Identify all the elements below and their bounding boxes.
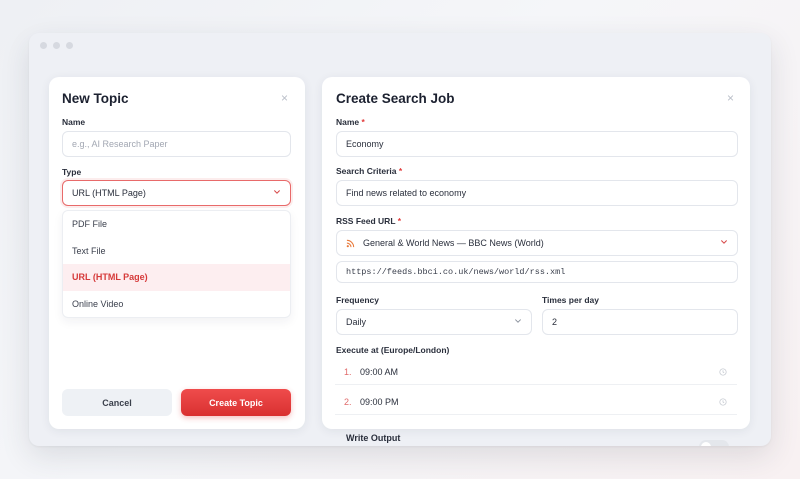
times-per-day-label: Times per day [542, 295, 600, 305]
app-window: New Topic × Name e.g., AI Research Paper… [29, 33, 771, 446]
clock-icon[interactable] [719, 368, 727, 376]
required-marker: * [398, 166, 403, 176]
type-dropdown-menu: PDF File Text File URL (HTML Page) Onlin… [62, 210, 291, 318]
write-output-label: Write Output [346, 433, 401, 443]
rss-feed-select[interactable]: General & World News — BBC News (World) [336, 230, 738, 256]
frequency-select[interactable]: Daily [336, 309, 532, 335]
rss-url-value: https://feeds.bbci.co.uk/news/world/rss.… [346, 267, 566, 277]
time-slot-number: 1. [344, 366, 352, 377]
type-option-pdf[interactable]: PDF File [63, 211, 290, 238]
times-per-day-value: 2 [552, 317, 558, 327]
job-name-label: Name * [336, 117, 365, 127]
execute-at-label: Execute at (Europe/London) [336, 345, 450, 355]
search-job-title: Create Search Job [336, 91, 455, 106]
type-select-value: URL (HTML Page) [72, 188, 146, 198]
type-option-url[interactable]: URL (HTML Page) [63, 264, 290, 291]
rss-feed-selected: General & World News — BBC News (World) [363, 238, 544, 248]
topic-name-input[interactable]: e.g., AI Research Paper [62, 131, 291, 157]
times-per-day-input[interactable]: 2 [542, 309, 738, 335]
new-topic-dialog: New Topic × Name e.g., AI Research Paper… [49, 77, 305, 429]
type-option-video[interactable]: Online Video [63, 291, 290, 318]
rss-feed-label: RSS Feed URL * [336, 216, 402, 226]
search-criteria-label: Search Criteria * [336, 166, 403, 176]
time-slot-value: 09:00 PM [360, 396, 399, 407]
required-marker: * [361, 117, 365, 127]
window-close-dot[interactable] [40, 42, 47, 49]
rss-url-field[interactable]: https://feeds.bbci.co.uk/news/world/rss.… [336, 261, 738, 283]
chevron-down-icon [721, 240, 727, 244]
type-option-text[interactable]: Text File [63, 238, 290, 265]
window-maximize-dot[interactable] [66, 42, 73, 49]
name-label: Name [62, 117, 86, 127]
window-minimize-dot[interactable] [53, 42, 60, 49]
frequency-value: Daily [346, 317, 367, 327]
type-select[interactable]: URL (HTML Page) [62, 180, 291, 206]
write-output-toggle[interactable] [699, 440, 729, 446]
create-topic-button[interactable]: Create Topic [181, 389, 291, 416]
search-criteria-input[interactable]: Find news related to economy [336, 180, 738, 206]
close-icon[interactable]: × [727, 91, 734, 105]
time-slot-row[interactable]: 1. 09:00 AM [335, 359, 737, 385]
type-label: Type [62, 167, 82, 177]
cancel-button[interactable]: Cancel [62, 389, 172, 416]
chevron-down-icon [515, 319, 521, 323]
time-slot-number: 2. [344, 396, 352, 407]
time-slot-value: 09:00 AM [360, 366, 399, 377]
clock-icon[interactable] [719, 398, 727, 406]
rss-icon [346, 239, 355, 247]
close-icon[interactable]: × [281, 91, 288, 105]
job-name-input[interactable]: Economy [336, 131, 738, 157]
time-slot-row[interactable]: 2. 09:00 PM [335, 389, 737, 415]
window-controls [40, 42, 73, 49]
chevron-down-icon [274, 190, 280, 194]
job-name-value: Economy [346, 139, 384, 149]
topic-name-placeholder: e.g., AI Research Paper [72, 139, 168, 149]
search-criteria-value: Find news related to economy [346, 188, 467, 198]
create-search-job-dialog: Create Search Job × Name * Economy Searc… [322, 77, 750, 446]
new-topic-title: New Topic [62, 91, 129, 106]
frequency-label: Frequency [336, 295, 379, 305]
required-marker: * [397, 216, 402, 226]
